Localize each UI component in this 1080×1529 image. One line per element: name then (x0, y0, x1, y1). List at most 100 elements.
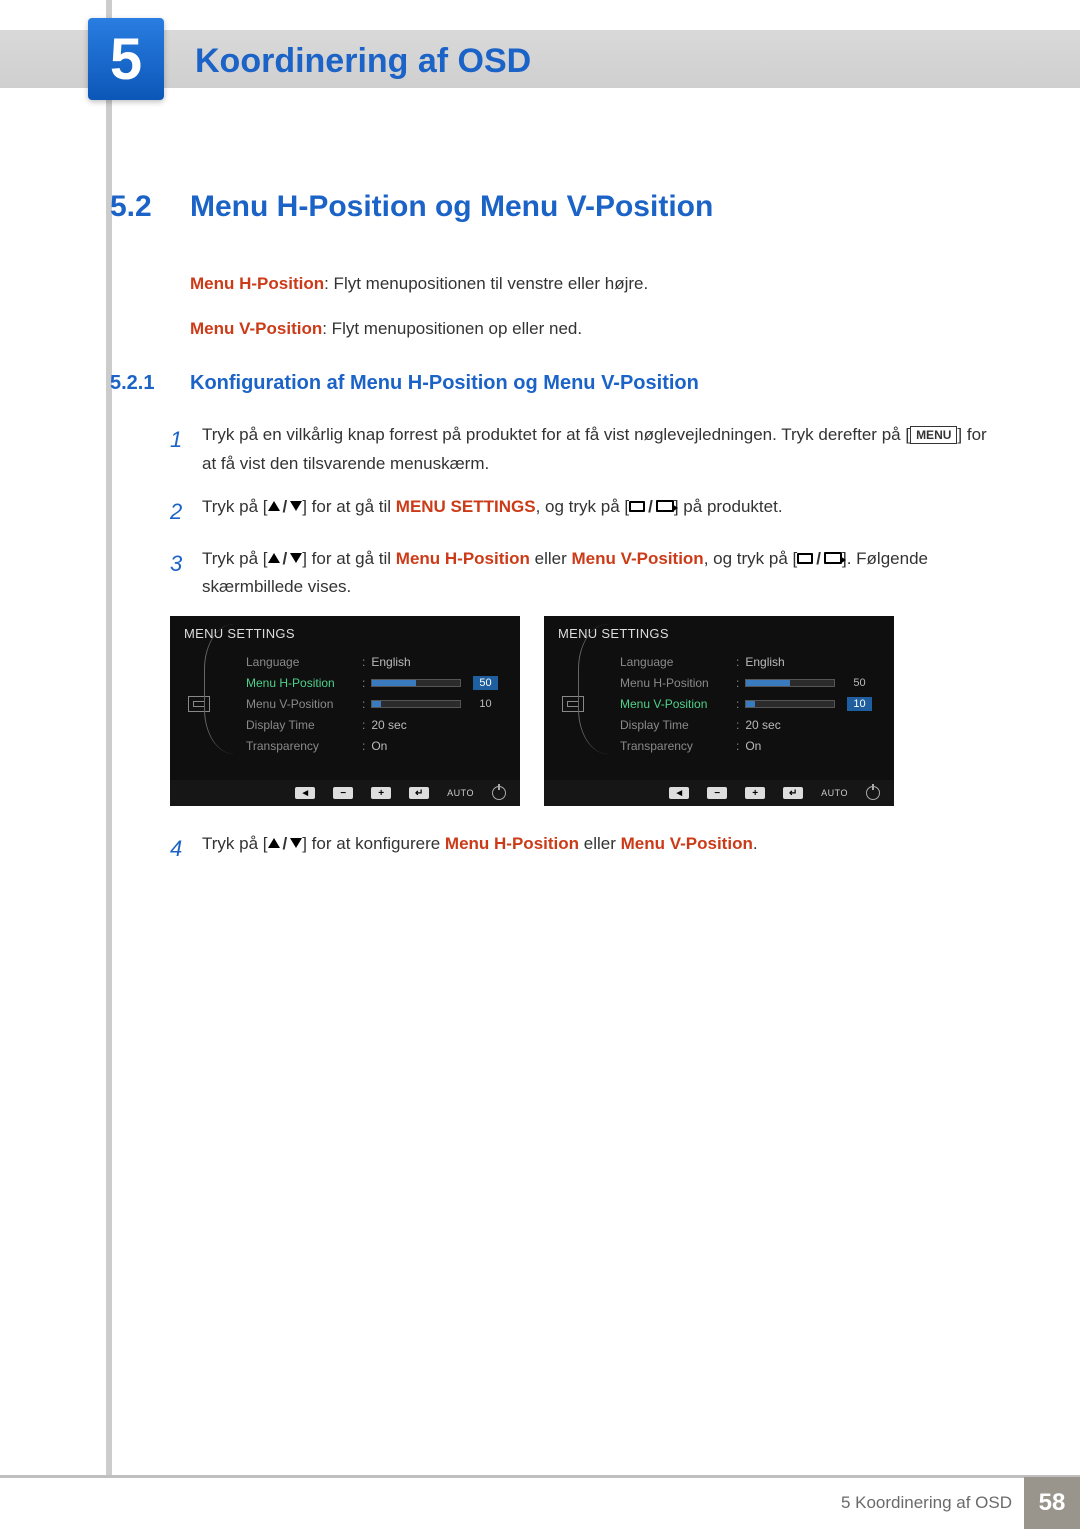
osd-back-button: ◄ (669, 787, 689, 799)
intro-h-text: : Flyt menupositionen til venstre eller … (324, 274, 648, 293)
step-2-body: Tryk på [ / ] for at gå til MENU SETTINGS,… (202, 493, 990, 530)
osd-hpos-bar (371, 679, 461, 687)
osd-panel-hpos: MENU SETTINGS Language : English Menu H-… (170, 616, 520, 806)
osd-list: Language : English Menu H-Position : 50 … (214, 651, 506, 756)
step-4-target-1: Menu H-Position (445, 834, 579, 853)
step-1-text-a: Tryk på en vilkårlig knap forrest på pro… (202, 425, 910, 444)
slash-icon: / (280, 834, 291, 853)
osd-power-icon (866, 786, 880, 800)
osd-display-val: 20 sec (371, 718, 406, 732)
step-3-text-c: , og tryk på [ (704, 549, 798, 568)
osd-display-val: 20 sec (745, 718, 780, 732)
step-3-text-a: Tryk på [ (202, 549, 268, 568)
step-3-body: Tryk på [ / ] for at gå til Menu H-Positio… (202, 545, 990, 603)
osd-plus-button: + (745, 787, 765, 799)
triangle-up-icon (268, 553, 280, 563)
step-3-target-1: Menu H-Position (396, 549, 530, 568)
osd-row-vpos: Menu V-Position : 10 (620, 693, 880, 714)
triangle-up-icon (268, 838, 280, 848)
rect-arrow-icon (824, 552, 842, 564)
osd-screenshots: MENU SETTINGS Language : English Menu H-… (170, 616, 990, 806)
slash-icon: / (645, 497, 656, 516)
slash-icon: / (280, 549, 291, 568)
step-4-text-b: ] for at konfigurere (302, 834, 445, 853)
step-1: 1 Tryk på en vilkårlig knap forrest på p… (170, 421, 990, 479)
osd-hpos-label: Menu H-Position (620, 676, 730, 690)
osd-hpos-val: 50 (847, 676, 871, 690)
triangle-down-icon (290, 501, 302, 511)
osd-vpos-bar (371, 700, 461, 708)
page-content: 5.2 Menu H-Position og Menu V-Position M… (110, 190, 990, 882)
osd-button-row: ◄ − + ↵ AUTO (170, 780, 520, 806)
osd-display-label: Display Time (246, 718, 356, 732)
step-2-target: MENU SETTINGS (396, 497, 536, 516)
osd-vpos-val: 10 (847, 697, 871, 711)
triangle-down-icon (290, 553, 302, 563)
osd-button-row: ◄ − + ↵ AUTO (544, 780, 894, 806)
step-4-text-mid: eller (579, 834, 621, 853)
slash-icon: / (280, 497, 291, 516)
intro-v-label: Menu V-Position (190, 319, 322, 338)
osd-transp-val: On (745, 739, 761, 753)
osd-lang-val: English (371, 655, 410, 669)
menu-key-icon: MENU (910, 426, 957, 444)
osd-plus-button: + (371, 787, 391, 799)
osd-transp-val: On (371, 739, 387, 753)
step-2: 2 Tryk på [/] for at gå til MENU SETTING… (170, 493, 990, 530)
osd-auto-label: AUTO (821, 788, 848, 798)
section-title: Menu H-Position og Menu V-Position (190, 190, 713, 224)
osd-list: Language : English Menu H-Position : 50 … (588, 651, 880, 756)
osd-vpos-val: 10 (473, 697, 497, 711)
rect-icon (629, 501, 645, 512)
intro-h-label: Menu H-Position (190, 274, 324, 293)
osd-auto-label: AUTO (447, 788, 474, 798)
intro-v-position: Menu V-Position: Flyt menupositionen op … (190, 315, 990, 342)
osd-vpos-label: Menu V-Position (620, 697, 730, 711)
osd-minus-button: − (707, 787, 727, 799)
subsection-heading: 5.2.1 Konfiguration af Menu H-Position o… (110, 372, 990, 395)
step-4-number: 4 (170, 830, 202, 867)
intro-h-position: Menu H-Position: Flyt menupositionen til… (190, 270, 990, 297)
osd-row-language: Language : English (620, 651, 880, 672)
osd-row-hpos: Menu H-Position : 50 (246, 672, 506, 693)
step-4: 4 Tryk på [ / ] for at konfigurere Menu H-… (170, 830, 990, 867)
triangle-up-icon (268, 501, 280, 511)
step-1-body: Tryk på en vilkårlig knap forrest på pro… (202, 421, 990, 479)
step-3-text-b: ] for at gå til (302, 549, 396, 568)
step-2-text-b: ] for at gå til (302, 497, 396, 516)
section-heading: 5.2 Menu H-Position og Menu V-Position (110, 190, 990, 224)
osd-row-hpos: Menu H-Position : 50 (620, 672, 880, 693)
intro-v-text: : Flyt menupositionen op eller ned. (322, 319, 582, 338)
chapter-number-badge: 5 (88, 18, 164, 100)
osd-row-transparency: Transparency : On (620, 735, 880, 756)
step-2-text-c: , og tryk på [ (536, 497, 630, 516)
osd-lang-label: Language (620, 655, 730, 669)
osd-hpos-val: 50 (473, 676, 497, 690)
page-footer: 5 Koordinering af OSD 58 (0, 1475, 1080, 1527)
step-2-text-d: ] på produktet. (674, 497, 783, 516)
subsection-title: Konfiguration af Menu H-Position og Menu… (190, 372, 699, 395)
osd-transp-label: Transparency (246, 739, 356, 753)
osd-enter-button: ↵ (783, 787, 803, 799)
rect-arrow-icon (656, 500, 674, 512)
osd-row-language: Language : English (246, 651, 506, 672)
step-3-text-mid: eller (530, 549, 572, 568)
osd-row-transparency: Transparency : On (246, 735, 506, 756)
step-3: 3 Tryk på [/] for at gå til Menu H-Posit… (170, 545, 990, 603)
osd-display-label: Display Time (620, 718, 730, 732)
osd-row-vpos: Menu V-Position : 10 (246, 693, 506, 714)
osd-minus-button: − (333, 787, 353, 799)
osd-lang-val: English (745, 655, 784, 669)
triangle-down-icon (290, 838, 302, 848)
step-4-target-2: Menu V-Position (621, 834, 753, 853)
osd-vpos-label: Menu V-Position (246, 697, 356, 711)
step-2-text-a: Tryk på [ (202, 497, 268, 516)
osd-back-button: ◄ (295, 787, 315, 799)
step-1-number: 1 (170, 421, 202, 479)
osd-transp-label: Transparency (620, 739, 730, 753)
chapter-title: Koordinering af OSD (195, 42, 531, 81)
slash-icon: / (813, 549, 824, 568)
osd-power-icon (492, 786, 506, 800)
footer-page-number: 58 (1024, 1477, 1080, 1529)
step-4-text-a: Tryk på [ (202, 834, 268, 853)
